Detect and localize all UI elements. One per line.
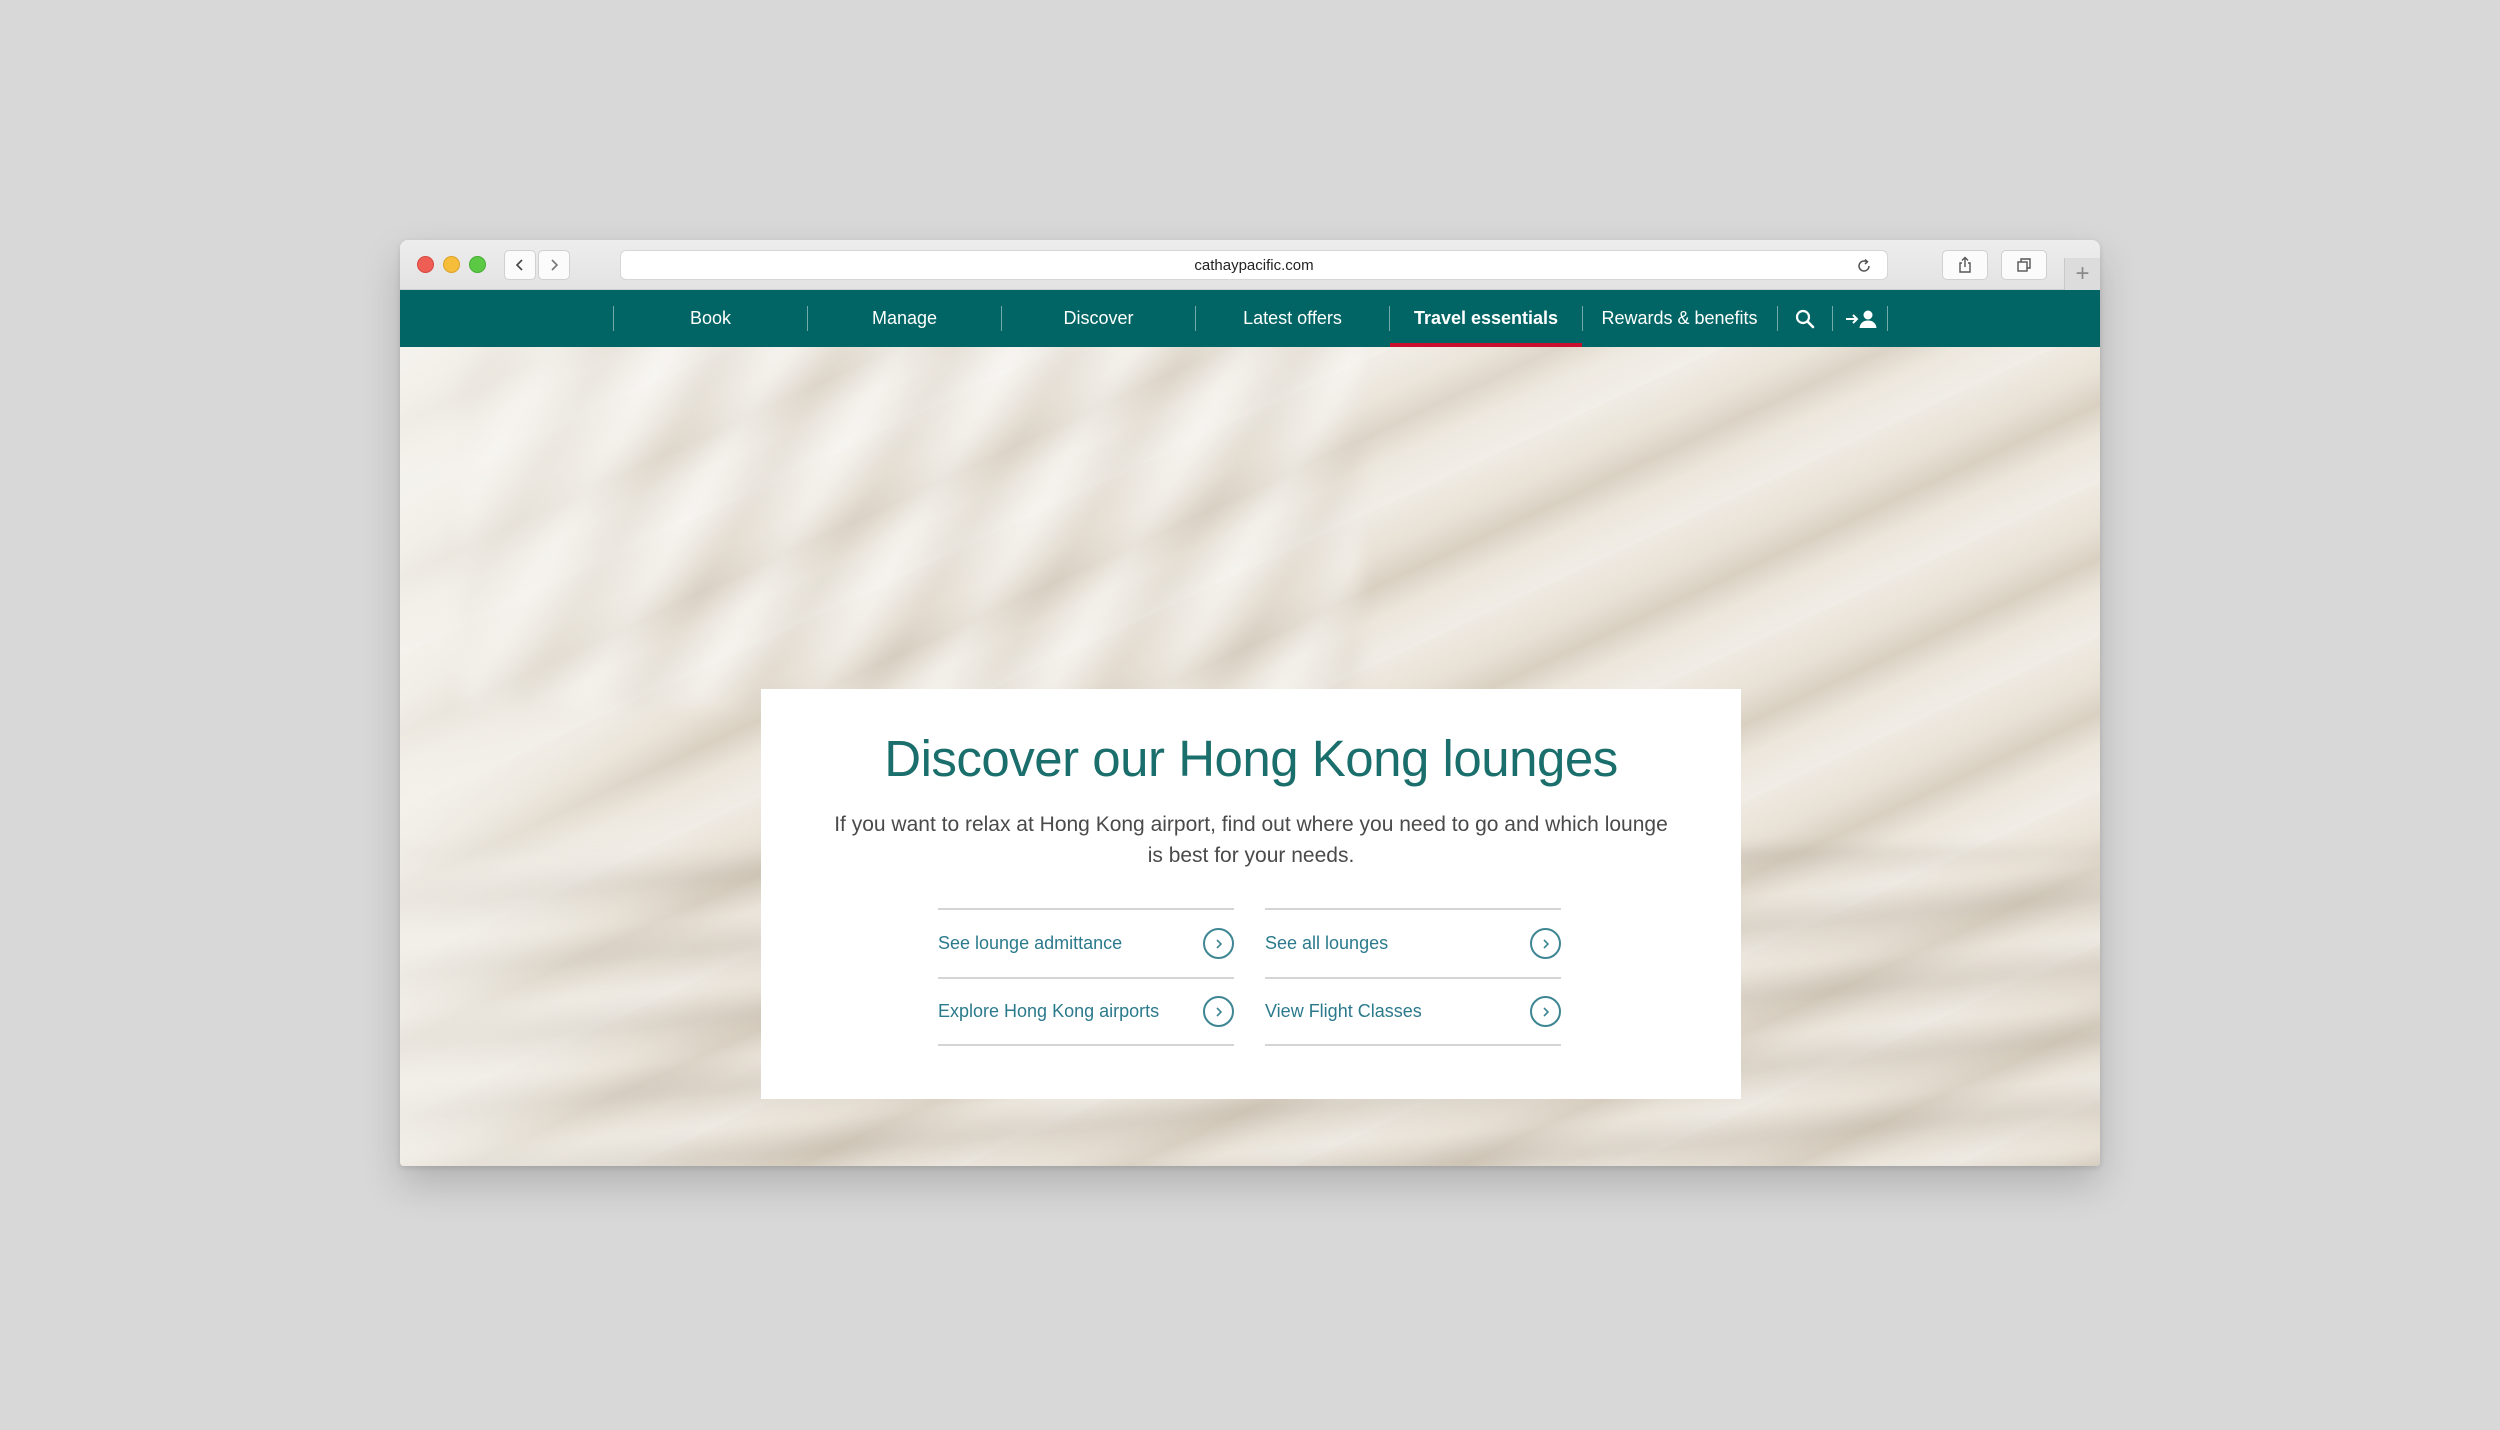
- minimize-window-button[interactable]: [443, 256, 460, 273]
- search-icon: [1795, 309, 1815, 329]
- hero-left-highlight: [400, 347, 700, 1166]
- link-label: View Flight Classes: [1265, 1001, 1422, 1021]
- search-button[interactable]: [1792, 306, 1818, 332]
- chevron-right-circle-icon: [1530, 996, 1561, 1027]
- zoom-window-button[interactable]: [469, 256, 486, 273]
- nav-item-travel-essentials[interactable]: Travel essentials: [1390, 290, 1582, 347]
- nav-separator: [1777, 306, 1778, 331]
- chevron-right-circle-icon: [1203, 928, 1234, 959]
- page-title: Discover our Hong Kong lounges: [884, 730, 1618, 787]
- nav-item-manage[interactable]: Manage: [808, 290, 1001, 347]
- see-lounge-admittance-link[interactable]: See lounge admittance: [938, 908, 1234, 977]
- login-user-icon: [1846, 310, 1877, 328]
- link-label: See lounge admittance: [938, 933, 1123, 953]
- chevron-right-circle-icon: [1530, 928, 1561, 959]
- plus-icon: +: [2075, 260, 2090, 287]
- nav-item-latest-offers[interactable]: Latest offers: [1196, 290, 1389, 347]
- browser-toolbar: cathaypacific.com +: [400, 240, 2100, 290]
- view-flight-classes-link[interactable]: View Flight Classes: [1265, 977, 1561, 1046]
- nav-separator: [1887, 306, 1888, 331]
- chevron-right-icon: [551, 259, 559, 271]
- site-navigation: Book Manage Discover Latest offers Trave…: [400, 290, 2100, 347]
- show-tabs-button[interactable]: [2001, 250, 2047, 280]
- reload-icon[interactable]: [1855, 257, 1873, 275]
- lounges-card: Discover our Hong Kong lounges If you wa…: [761, 689, 1741, 1099]
- nav-item-discover[interactable]: Discover: [1002, 290, 1195, 347]
- close-window-button[interactable]: [417, 256, 434, 273]
- new-tab-button[interactable]: +: [2064, 258, 2100, 290]
- card-description: If you want to relax at Hong Kong airpor…: [834, 813, 1668, 867]
- nav-item-rewards-benefits[interactable]: Rewards & benefits: [1583, 290, 1776, 347]
- nav-separator: [1832, 306, 1833, 331]
- login-button[interactable]: [1844, 306, 1880, 332]
- see-all-lounges-link[interactable]: See all lounges: [1265, 908, 1561, 977]
- address-bar[interactable]: cathaypacific.com: [620, 250, 1888, 280]
- tabs-icon: [2017, 258, 2031, 272]
- explore-hong-kong-airports-link[interactable]: Explore Hong Kong airports: [938, 977, 1234, 1046]
- link-label: Explore Hong Kong airports: [938, 1001, 1160, 1021]
- link-label: See all lounges: [1265, 933, 1389, 953]
- forward-button[interactable]: [538, 250, 570, 280]
- nav-item-book[interactable]: Book: [614, 290, 807, 347]
- chevron-right-circle-icon: [1203, 996, 1234, 1027]
- share-icon: [1959, 256, 1971, 273]
- share-button[interactable]: [1942, 250, 1988, 280]
- url-text: cathaypacific.com: [1194, 256, 1314, 274]
- chevron-left-icon: [515, 259, 523, 271]
- back-button[interactable]: [504, 250, 536, 280]
- browser-window: cathaypacific.com + Book Manage Discover…: [400, 240, 2100, 1166]
